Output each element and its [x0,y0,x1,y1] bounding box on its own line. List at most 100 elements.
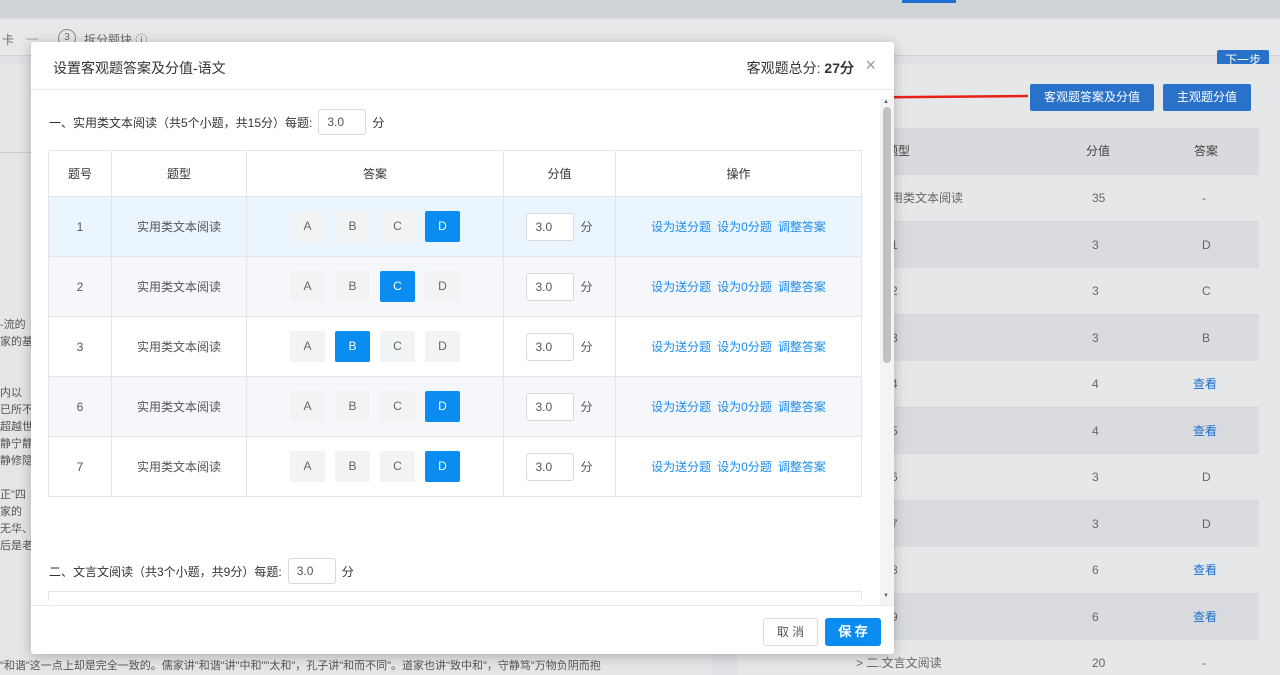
adjust-answer-link[interactable]: 调整答案 [778,220,826,234]
question-actions: 设为送分题 设为0分题 调整答案 [615,196,862,257]
set-zero-link[interactable]: 设为0分题 [717,460,772,474]
score-input[interactable]: 3.0 [526,452,575,481]
answer-option-b[interactable]: B [335,391,370,422]
score-unit: 分 [580,460,593,474]
score-field: 3.0 分 [526,212,593,241]
summary-view-link[interactable]: 查看 [1193,408,1217,455]
summary-row-answer: D [1202,470,1211,484]
answer-options: ABCD [246,316,504,377]
answer-option-c[interactable]: C [380,331,415,362]
adjust-answer-link[interactable]: 调整答案 [778,460,826,474]
score-unit: 分 [580,220,593,234]
answer-option-b[interactable]: B [335,211,370,242]
adjust-answer-link[interactable]: 调整答案 [778,340,826,354]
answer-option-c[interactable]: C [380,391,415,422]
close-icon[interactable]: × [865,56,876,74]
objective-answer-tab[interactable]: 客观题答案及分值 [1030,84,1154,111]
modal-scrollbar[interactable]: ▲ ▼ [880,99,894,605]
score-field: 3.0 分 [526,452,593,481]
question-actions: 设为送分题 设为0分题 调整答案 [615,436,862,497]
summary-view-link[interactable]: 查看 [1193,361,1217,408]
modal-body: 一、实用类文本阅读（共5个小题，共15分）每题: 3.0 分 题号 题型 答案 … [31,91,880,605]
set-zero-link[interactable]: 设为0分题 [717,400,772,414]
adjust-answer-link[interactable]: 调整答案 [778,400,826,414]
section2-header: 二、文言文阅读（共3个小题，共9分）每题: 3.0 分 [49,558,354,584]
left-text-fragment: 内以 [0,387,22,399]
answer-option-a[interactable]: A [290,391,325,422]
objective-total-score: 客观题总分: 27分 [747,58,854,78]
scroll-thumb[interactable] [883,107,891,363]
summary-row-score: 3 [1092,470,1099,484]
answer-option-c[interactable]: C [380,451,415,482]
set-bonus-link[interactable]: 设为送分题 [651,340,711,354]
question-actions: 设为送分题 设为0分题 调整答案 [615,316,862,377]
scroll-down-arrow[interactable]: ▼ [883,593,889,599]
summary-row-score: 4 [1092,377,1099,391]
set-bonus-link[interactable]: 设为送分题 [651,220,711,234]
adjust-answer-link[interactable]: 调整答案 [778,280,826,294]
summary-row-answer: - [1202,656,1206,670]
answer-option-a[interactable]: A [290,211,325,242]
left-text-fragment: 正"四 [0,489,26,501]
answer-option-b[interactable]: B [335,451,370,482]
section2-per-score-input[interactable]: 3.0 [287,558,336,584]
set-zero-link[interactable]: 设为0分题 [717,220,772,234]
summary-view-link[interactable]: 查看 [1193,594,1217,641]
answer-option-c[interactable]: C [380,211,415,242]
answer-option-c[interactable]: C [380,271,415,302]
question-number: 6 [48,376,112,437]
total-score-value: 27分 [824,60,854,76]
answer-option-d[interactable]: D [425,451,460,482]
section1-per-score-input[interactable]: 3.0 [318,109,367,135]
summary-header-score: 分值 [1086,144,1111,158]
question-type: 实用类文本阅读 [111,436,247,497]
question-table-header: 题号 题型 答案 分值 操作 [48,150,862,197]
left-text-fragment: 家的 [0,506,22,518]
col-type: 题型 [111,150,247,197]
score-input[interactable]: 3.0 [526,392,575,421]
summary-row-score: 6 [1092,609,1099,624]
left-text-fragment: 后是老 [0,540,33,552]
answer-option-b[interactable]: B [335,271,370,302]
cancel-button[interactable]: 取 消 [763,618,818,646]
answer-option-b[interactable]: B [335,331,370,362]
set-zero-link[interactable]: 设为0分题 [717,340,772,354]
summary-row-score: 35 [1092,191,1106,205]
answer-option-d[interactable]: D [425,391,460,422]
question-type: 实用类文本阅读 [111,376,247,437]
answer-options: ABCD [246,196,504,257]
modal-footer: 取 消 保 存 [31,605,894,654]
summary-row-score: 3 [1092,330,1099,345]
answer-option-a[interactable]: A [290,271,325,302]
summary-row-answer: C [1202,284,1211,298]
set-bonus-link[interactable]: 设为送分题 [651,460,711,474]
total-score-label: 客观题总分: [746,60,821,76]
answer-option-a[interactable]: A [290,331,325,362]
score-input[interactable]: 3.0 [526,212,575,241]
summary-row-answer: D [1202,516,1211,531]
set-bonus-link[interactable]: 设为送分题 [651,280,711,294]
question-number: 3 [48,316,112,377]
question-score-cell: 3.0 分 [503,196,616,257]
subjective-score-tab[interactable]: 主观题分值 [1163,84,1251,111]
answer-option-d[interactable]: D [425,211,460,242]
save-button[interactable]: 保 存 [825,618,881,646]
question-row: 2 实用类文本阅读 A B C D 3.0 分设为送分题 设为0分题 调整答案 [48,256,862,317]
score-unit: 分 [580,340,593,354]
answer-option-d[interactable]: D [425,331,460,362]
section2-label: 二、文言文阅读（共3个小题，共9分）每题: [49,564,282,579]
question-row: 3 实用类文本阅读 A B C D 3.0 分设为送分题 设为0分题 调整答案 [48,316,862,377]
question-number: 7 [48,436,112,497]
scroll-up-arrow[interactable]: ▲ [883,99,889,105]
answer-option-a[interactable]: A [290,451,325,482]
question-table: 题号 题型 答案 分值 操作 1 实用类文本阅读 A B C D 3.0 分设为送分题 设为0分… [48,150,862,497]
score-input[interactable]: 3.0 [526,332,575,361]
set-zero-link[interactable]: 设为0分题 [717,280,772,294]
score-field: 3.0 分 [526,392,593,421]
score-input[interactable]: 3.0 [526,272,575,301]
summary-view-link[interactable]: 查看 [1193,547,1217,594]
left-text-fragment: 家的基 [0,336,33,348]
set-bonus-link[interactable]: 设为送分题 [651,400,711,414]
left-text-fragment: 超越世 [0,421,33,433]
answer-option-d[interactable]: D [425,271,460,302]
